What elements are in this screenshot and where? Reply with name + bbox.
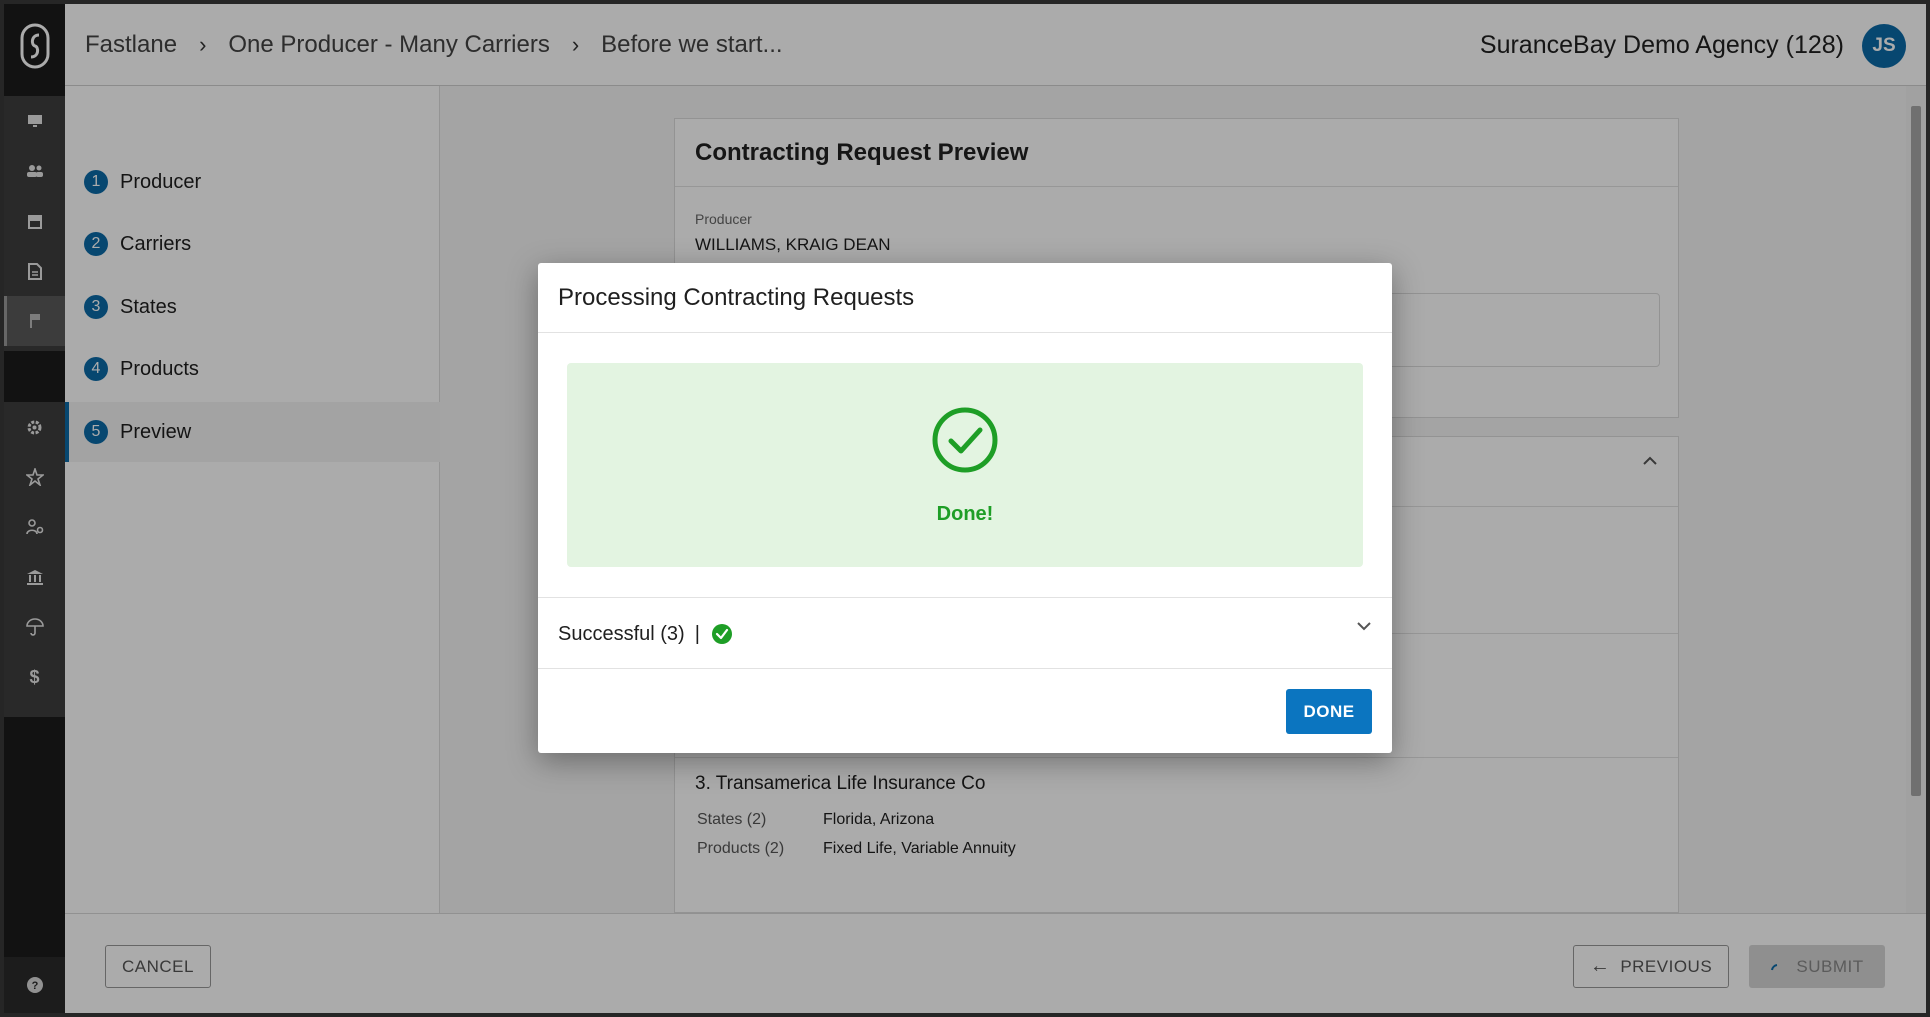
successful-count: Successful (3) [558, 622, 685, 645]
separator: | [694, 622, 700, 645]
successful-row[interactable]: Successful (3) | [538, 597, 1392, 669]
done-status-panel: Done! [567, 363, 1363, 567]
chevron-down-icon[interactable] [1356, 618, 1372, 636]
check-circle-icon [932, 407, 998, 478]
done-status-text: Done! [936, 503, 994, 525]
done-button[interactable]: DONE [1286, 689, 1372, 734]
dialog-title: Processing Contracting Requests [538, 263, 1392, 333]
check-circle-icon [712, 624, 732, 649]
successful-label: Successful (3) | [558, 598, 710, 670]
processing-dialog: Processing Contracting Requests Done! Su… [538, 263, 1392, 753]
